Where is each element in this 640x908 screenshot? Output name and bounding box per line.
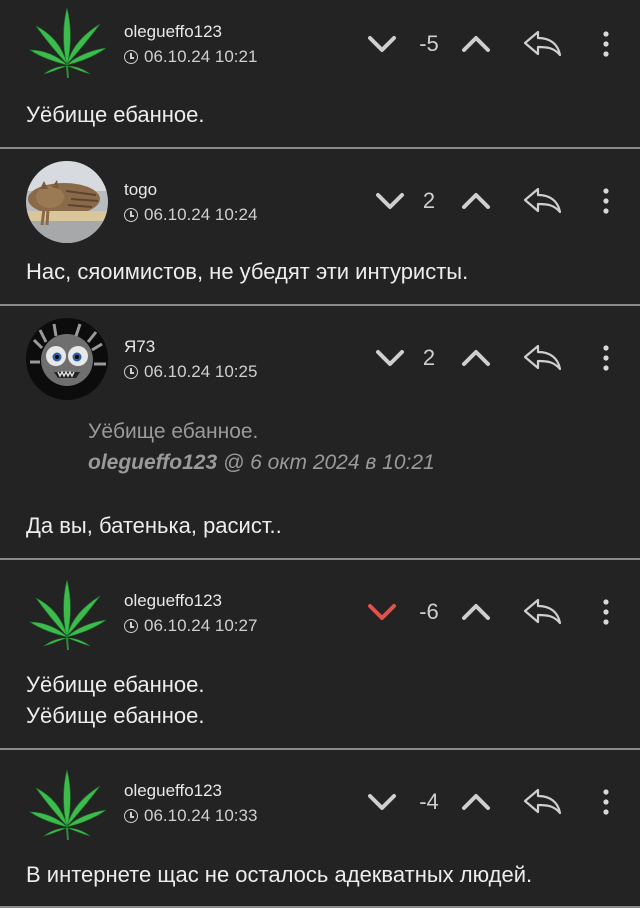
chevron-up-icon xyxy=(460,186,492,216)
vote-bar: -4 xyxy=(0,787,640,817)
more-vertical-icon xyxy=(598,597,614,627)
vote-up-button[interactable] xyxy=(460,29,492,59)
comment-text: Да вы, батенька, расист.. xyxy=(26,513,282,538)
vote-down-button[interactable] xyxy=(374,343,406,373)
comment-text: Нас, сяоимистов, не убедят эти интуристы… xyxy=(26,259,469,284)
more-options-button[interactable] xyxy=(598,597,614,627)
comment-text: Уёбище ебанное. xyxy=(26,672,205,697)
more-options-button[interactable] xyxy=(598,186,614,216)
chevron-down-icon xyxy=(366,597,398,627)
reply-arrow-icon xyxy=(522,186,562,216)
more-vertical-icon xyxy=(598,29,614,59)
comment: olegueffo123 06.10.24 10:21 -5 Уёбище еб… xyxy=(0,0,640,149)
chevron-down-icon xyxy=(366,29,398,59)
more-options-button[interactable] xyxy=(598,29,614,59)
score: -4 xyxy=(419,789,439,814)
more-vertical-icon xyxy=(598,343,614,373)
quote-text: Уёбище ебанное. xyxy=(88,420,259,443)
vote-down-button[interactable] xyxy=(374,186,406,216)
vote-up-button[interactable] xyxy=(460,787,492,817)
comment: Я73 06.10.24 10:25 2 Уёбище ебанное. ole… xyxy=(0,306,640,560)
chevron-up-icon xyxy=(460,29,492,59)
quote-author[interactable]: olegueffo123 xyxy=(88,451,217,474)
comment: olegueffo123 06.10.24 10:27 -6 Уёбище еб… xyxy=(0,560,640,750)
chevron-down-icon xyxy=(366,787,398,817)
reply-arrow-icon xyxy=(522,29,562,59)
vote-up-button[interactable] xyxy=(460,343,492,373)
score: 2 xyxy=(422,188,436,213)
chevron-up-icon xyxy=(460,787,492,817)
chevron-down-icon xyxy=(374,343,406,373)
reply-button[interactable] xyxy=(522,343,562,373)
comment-text: В интернете щас не осталось адекватных л… xyxy=(26,862,533,887)
more-vertical-icon xyxy=(598,186,614,216)
vote-bar: 2 xyxy=(0,186,640,216)
vote-up-button[interactable] xyxy=(460,597,492,627)
more-vertical-icon xyxy=(598,787,614,817)
quote-date: @ 6 окт 2024 в 10:21 xyxy=(223,451,435,474)
comment-text: Уёбище ебанное. xyxy=(26,102,205,127)
chevron-down-icon xyxy=(374,186,406,216)
vote-down-button[interactable] xyxy=(366,29,398,59)
quote-author-line[interactable]: olegueffo123 @ 6 окт 2024 в 10:21 xyxy=(88,451,435,475)
reply-arrow-icon xyxy=(522,597,562,627)
comment: togo 06.10.24 10:24 2 Нас, сяоимистов, н… xyxy=(0,149,640,306)
score: -6 xyxy=(419,599,439,624)
more-options-button[interactable] xyxy=(598,787,614,817)
reply-arrow-icon xyxy=(522,787,562,817)
reply-button[interactable] xyxy=(522,186,562,216)
comment-text: Уёбище ебанное. xyxy=(26,703,205,728)
reply-button[interactable] xyxy=(522,29,562,59)
more-options-button[interactable] xyxy=(598,343,614,373)
chevron-up-icon xyxy=(460,343,492,373)
score: -5 xyxy=(419,31,439,56)
vote-bar: 2 xyxy=(0,343,640,373)
vote-down-button[interactable] xyxy=(366,787,398,817)
score: 2 xyxy=(422,345,436,370)
vote-bar: -6 xyxy=(0,597,640,627)
reply-arrow-icon xyxy=(522,343,562,373)
vote-down-button[interactable] xyxy=(366,597,398,627)
reply-button[interactable] xyxy=(522,597,562,627)
comment: olegueffo123 06.10.24 10:33 -4 В интерне… xyxy=(0,750,640,908)
vote-up-button[interactable] xyxy=(460,186,492,216)
vote-bar: -5 xyxy=(0,29,640,59)
chevron-up-icon xyxy=(460,597,492,627)
reply-button[interactable] xyxy=(522,787,562,817)
